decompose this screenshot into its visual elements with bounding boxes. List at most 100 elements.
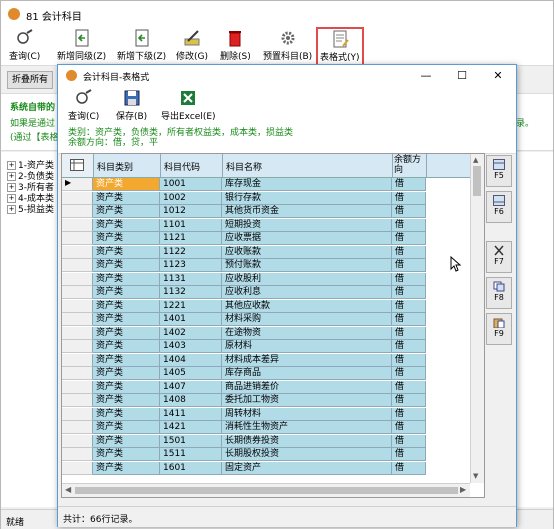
column-header-direction[interactable]: 余额方向 xyxy=(392,154,427,177)
cell-name[interactable]: 固定资产 xyxy=(222,461,392,475)
cell-category[interactable]: 资产类 xyxy=(93,340,160,353)
row-header[interactable] xyxy=(62,313,93,326)
cell-category[interactable]: 资产类 xyxy=(93,407,160,421)
cell-direction[interactable]: 借 xyxy=(392,394,426,407)
cell-name[interactable]: 库存现金 xyxy=(222,178,392,191)
cell-name[interactable]: 商品进销差价 xyxy=(222,380,392,394)
cell-name[interactable]: 长期债券投资 xyxy=(222,434,392,448)
cell-category[interactable]: 资产类 xyxy=(93,259,160,272)
cell-code[interactable]: 1001 xyxy=(160,178,222,191)
row-header[interactable] xyxy=(62,367,93,380)
row-header[interactable]: ▶ xyxy=(62,178,93,191)
cell-direction[interactable]: 借 xyxy=(392,245,426,259)
cell-direction[interactable]: 借 xyxy=(392,272,426,286)
collapse-all-button[interactable]: 折叠所有 xyxy=(7,71,54,89)
cell-name[interactable]: 其他应收款 xyxy=(222,299,392,313)
f6-button[interactable]: F6 xyxy=(486,191,512,223)
add-child-button[interactable]: 新增下级(Z) xyxy=(117,29,166,62)
cell-category[interactable]: 资产类 xyxy=(93,191,160,205)
cell-code[interactable]: 1404 xyxy=(160,353,222,367)
scroll-left-icon[interactable]: ◀ xyxy=(65,485,71,494)
scroll-right-icon[interactable]: ▶ xyxy=(460,485,466,494)
cell-code[interactable]: 1101 xyxy=(160,218,222,232)
cell-category[interactable]: 资产类 xyxy=(93,353,160,367)
cell-name[interactable]: 应收股利 xyxy=(222,272,392,286)
table-row[interactable]: 资产类 1122 应收账款借 xyxy=(62,245,470,259)
cell-category[interactable]: 资产类 xyxy=(93,299,160,313)
minimize-icon[interactable]: — xyxy=(418,68,434,84)
cell-direction[interactable]: 借 xyxy=(392,191,426,205)
table-row[interactable]: 资产类 1101 短期投资借 xyxy=(62,218,470,232)
cell-direction[interactable]: 借 xyxy=(392,205,426,218)
cell-code[interactable]: 1411 xyxy=(160,407,222,421)
vertical-scrollbar[interactable]: ▲ ▼ xyxy=(470,154,484,483)
cell-code[interactable]: 1408 xyxy=(160,394,222,407)
table-row[interactable]: 资产类 1411 周转材料借 xyxy=(62,407,470,421)
table-row[interactable]: 资产类 1601 固定资产借 xyxy=(62,461,470,475)
cell-code[interactable]: 1401 xyxy=(160,313,222,326)
vertical-scroll-thumb[interactable] xyxy=(473,166,481,196)
cell-category[interactable]: 资产类 xyxy=(93,434,160,448)
table-row[interactable]: 资产类 1501 长期债券投资借 xyxy=(62,434,470,448)
cell-name[interactable]: 材料成本差异 xyxy=(222,353,392,367)
cell-category[interactable]: 资产类 xyxy=(93,286,160,299)
grid-corner[interactable] xyxy=(62,154,94,177)
cell-name[interactable]: 委托加工物资 xyxy=(222,394,392,407)
accounts-grid[interactable]: 科目类别 科目代码 科目名称 余额方向 ▶ 资产类 1001 库存现金借资产类 1002… xyxy=(61,153,485,498)
cell-direction[interactable]: 借 xyxy=(392,299,426,313)
row-header[interactable] xyxy=(62,380,93,394)
row-header[interactable] xyxy=(62,448,93,461)
cell-direction[interactable]: 借 xyxy=(392,353,426,367)
cell-name[interactable]: 应收票据 xyxy=(222,232,392,245)
cell-code[interactable]: 1511 xyxy=(160,448,222,461)
cell-code[interactable]: 1421 xyxy=(160,421,222,434)
row-header[interactable] xyxy=(62,272,93,286)
cell-name[interactable]: 应收利息 xyxy=(222,286,392,299)
column-header-category[interactable]: 科目类别 xyxy=(93,154,161,177)
cell-direction[interactable]: 借 xyxy=(392,380,426,394)
cell-category[interactable]: 资产类 xyxy=(93,313,160,326)
cell-name[interactable]: 库存商品 xyxy=(222,367,392,380)
row-header[interactable] xyxy=(62,245,93,259)
cell-category[interactable]: 资产类 xyxy=(93,394,160,407)
cell-name[interactable]: 原材料 xyxy=(222,340,392,353)
f5-button[interactable]: F5 xyxy=(486,155,512,187)
table-row[interactable]: 资产类 1012 其他货币资金借 xyxy=(62,205,470,218)
table-row[interactable]: 资产类 1407 商品进销差价借 xyxy=(62,380,470,394)
cell-name[interactable]: 银行存款 xyxy=(222,191,392,205)
row-header[interactable] xyxy=(62,259,93,272)
cell-name[interactable]: 短期投资 xyxy=(222,218,392,232)
cell-direction[interactable]: 借 xyxy=(392,313,426,326)
row-header[interactable] xyxy=(62,205,93,218)
horizontal-scroll-thumb[interactable] xyxy=(75,487,458,494)
table-row[interactable]: 资产类 1511 长期股权投资借 xyxy=(62,448,470,461)
row-header[interactable] xyxy=(62,218,93,232)
cell-code[interactable]: 1132 xyxy=(160,286,222,299)
cell-code[interactable]: 1402 xyxy=(160,326,222,340)
delete-button[interactable]: 删除(S) xyxy=(220,29,251,62)
table-row[interactable]: 资产类 1401 材料采购借 xyxy=(62,313,470,326)
cell-code[interactable]: 1405 xyxy=(160,367,222,380)
table-row[interactable]: 资产类 1131 应收股利借 xyxy=(62,272,470,286)
cell-direction[interactable]: 借 xyxy=(392,218,426,232)
close-icon[interactable]: ✕ xyxy=(490,68,506,84)
cell-direction[interactable]: 借 xyxy=(392,421,426,434)
dialog-query-button[interactable]: 查询(C) xyxy=(68,89,99,122)
cell-direction[interactable]: 借 xyxy=(392,259,426,272)
add-sibling-button[interactable]: 新增同级(Z) xyxy=(57,29,106,62)
cell-category[interactable]: 资产类 xyxy=(93,232,160,245)
cell-name[interactable]: 在途物资 xyxy=(222,326,392,340)
cell-direction[interactable]: 借 xyxy=(392,326,426,340)
cell-code[interactable]: 1012 xyxy=(160,205,222,218)
cell-name[interactable]: 消耗性生物资产 xyxy=(222,421,392,434)
column-header-name[interactable]: 科目名称 xyxy=(222,154,393,177)
expand-icon[interactable]: + xyxy=(7,205,16,214)
cell-category[interactable]: 资产类 xyxy=(93,245,160,259)
cell-category[interactable]: 资产类 xyxy=(93,205,160,218)
cell-direction[interactable]: 借 xyxy=(392,434,426,448)
table-row[interactable]: 资产类 1421 消耗性生物资产借 xyxy=(62,421,470,434)
tree-node[interactable]: +5-损益类 xyxy=(7,202,54,215)
scroll-down-icon[interactable]: ▼ xyxy=(473,472,478,480)
table-row[interactable]: 资产类 1002 银行存款借 xyxy=(62,191,470,205)
column-header-code[interactable]: 科目代码 xyxy=(160,154,223,177)
